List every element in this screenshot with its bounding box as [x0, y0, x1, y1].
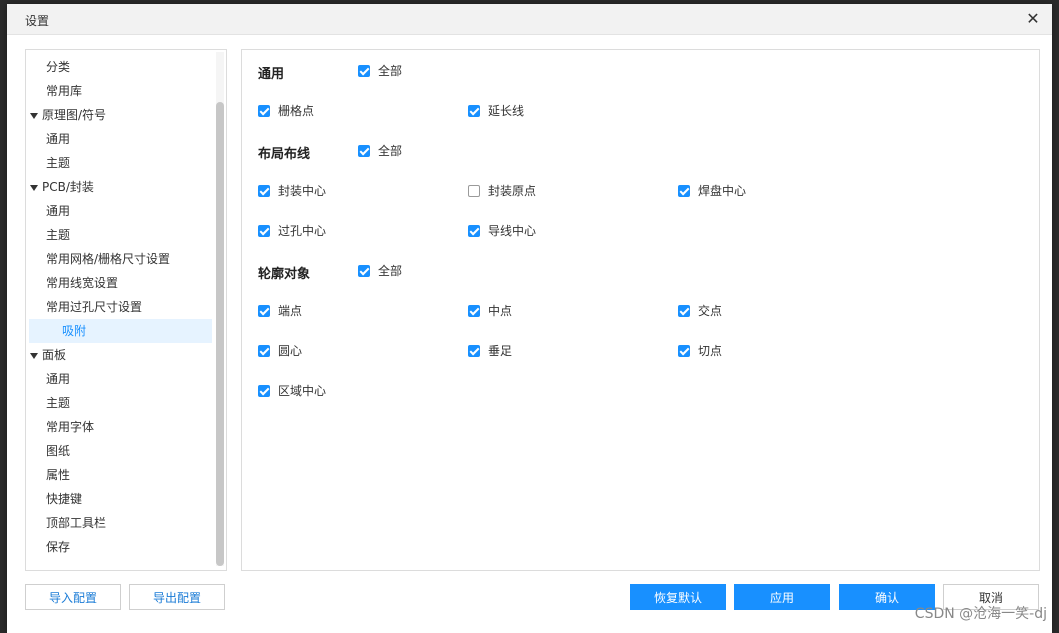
tree-item-snap[interactable]: 吸附 [29, 319, 212, 343]
checkbox-tangent[interactable]: 切点 [678, 343, 722, 359]
tree-item-line-width[interactable]: 常用线宽设置 [46, 271, 118, 295]
tree-item-schematic-theme[interactable]: 主题 [46, 151, 70, 175]
dialog-titlebar: 设置 ✕ [7, 4, 1052, 35]
export-config-button[interactable]: 导出配置 [129, 584, 225, 610]
chevron-down-icon[interactable] [30, 184, 38, 191]
checkbox-circle-center[interactable]: 圆心 [258, 343, 302, 359]
checkbox-outline-all[interactable]: 全部 [358, 263, 402, 279]
restore-default-button[interactable]: 恢复默认 [630, 584, 726, 610]
checkbox-pad-center[interactable]: 焊盘中心 [678, 183, 746, 199]
checkbox-icon[interactable] [258, 304, 270, 317]
import-config-button[interactable]: 导入配置 [25, 584, 121, 610]
checkbox-icon[interactable] [358, 64, 370, 77]
checkbox-icon[interactable] [358, 264, 370, 277]
snap-settings-panel: 通用 全部 栅格点 延长线 布局布线 全部 封装中心 封装原点 焊盘中心 过孔中… [241, 49, 1040, 571]
checkbox-icon[interactable] [468, 344, 480, 357]
checkbox-region-center[interactable]: 区域中心 [258, 383, 326, 399]
tree-item-category[interactable]: 分类 [46, 55, 70, 79]
group-title-layout: 布局布线 [258, 147, 311, 162]
tree-item-properties[interactable]: 属性 [46, 463, 70, 487]
tree-item-panel-theme[interactable]: 主题 [46, 391, 70, 415]
checkbox-footprint-origin[interactable]: 封装原点 [468, 183, 536, 199]
checkbox-icon[interactable] [468, 184, 480, 197]
checkbox-perpendicular[interactable]: 垂足 [468, 343, 512, 359]
checkbox-footprint-center[interactable]: 封装中心 [258, 183, 326, 199]
settings-dialog: 设置 ✕ 分类 常用库 原理图/符号 通用 主题 PCB/封装 通用 主题 常用… [7, 4, 1052, 633]
checkbox-icon[interactable] [678, 184, 690, 197]
tree-item-common-library[interactable]: 常用库 [46, 79, 82, 103]
tree-item-save[interactable]: 保存 [46, 535, 70, 559]
tree-item-via-size[interactable]: 常用过孔尺寸设置 [46, 295, 142, 319]
close-icon[interactable]: ✕ [1022, 8, 1044, 30]
checkbox-endpoint[interactable]: 端点 [258, 303, 302, 319]
tree-item-shortcuts[interactable]: 快捷键 [46, 487, 82, 511]
checkbox-grid-point[interactable]: 栅格点 [258, 103, 314, 119]
checkbox-intersection[interactable]: 交点 [678, 303, 722, 319]
checkbox-icon[interactable] [468, 104, 480, 117]
tree-item-top-toolbar[interactable]: 顶部工具栏 [46, 511, 106, 535]
checkbox-extension-line[interactable]: 延长线 [468, 103, 524, 119]
group-title-outline: 轮廓对象 [258, 267, 311, 282]
tree-item-pcb-general[interactable]: 通用 [46, 199, 70, 223]
tree-item-schematic-general[interactable]: 通用 [46, 127, 70, 151]
checkbox-icon[interactable] [258, 104, 270, 117]
checkbox-icon[interactable] [258, 184, 270, 197]
tree-item-panel-general[interactable]: 通用 [46, 367, 70, 391]
checkbox-layout-all[interactable]: 全部 [358, 143, 402, 159]
checkbox-icon[interactable] [258, 344, 270, 357]
tree-item-panel[interactable]: 面板 [30, 343, 66, 367]
settings-tree: 分类 常用库 原理图/符号 通用 主题 PCB/封装 通用 主题 常用网格/栅格… [25, 49, 227, 571]
checkbox-icon[interactable] [358, 144, 370, 157]
checkbox-icon[interactable] [258, 224, 270, 237]
checkbox-icon[interactable] [678, 344, 690, 357]
tree-item-grid-size[interactable]: 常用网格/栅格尺寸设置 [46, 247, 170, 271]
tree-item-pcb-theme[interactable]: 主题 [46, 223, 70, 247]
checkbox-via-center[interactable]: 过孔中心 [258, 223, 326, 239]
tree-scrollbar-thumb[interactable] [216, 102, 224, 566]
dialog-title: 设置 [25, 14, 50, 28]
checkbox-icon[interactable] [678, 304, 690, 317]
tree-item-schematic-symbol[interactable]: 原理图/符号 [30, 103, 106, 127]
csdn-watermark: CSDN @沧海一笑-dj [914, 606, 1047, 622]
chevron-down-icon[interactable] [30, 352, 38, 359]
tree-item-fonts[interactable]: 常用字体 [46, 415, 94, 439]
chevron-down-icon[interactable] [30, 112, 38, 119]
tree-item-pcb-footprint[interactable]: PCB/封装 [30, 175, 94, 199]
checkbox-track-center[interactable]: 导线中心 [468, 223, 536, 239]
checkbox-midpoint[interactable]: 中点 [468, 303, 512, 319]
apply-button[interactable]: 应用 [734, 584, 830, 610]
tree-item-drawing[interactable]: 图纸 [46, 439, 70, 463]
group-title-general: 通用 [258, 67, 285, 82]
checkbox-icon[interactable] [468, 304, 480, 317]
checkbox-icon[interactable] [258, 384, 270, 397]
checkbox-icon[interactable] [468, 224, 480, 237]
checkbox-general-all[interactable]: 全部 [358, 63, 402, 79]
